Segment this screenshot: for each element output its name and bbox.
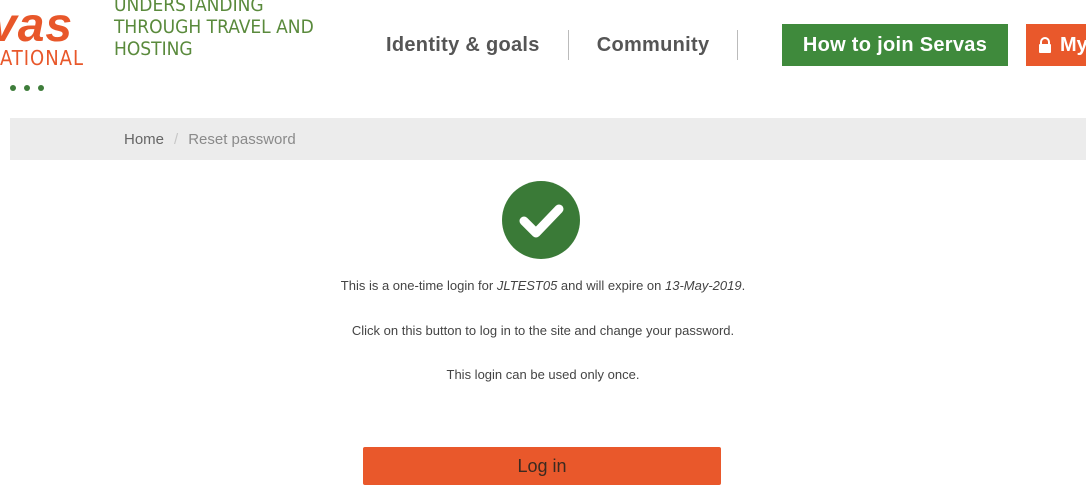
logo-word: vas	[0, 0, 74, 52]
how-to-join-button[interactable]: How to join Servas	[782, 24, 1008, 66]
nav-community[interactable]: Community	[597, 34, 710, 57]
instruction-text: Click on this button to log in to the si…	[351, 323, 735, 338]
success-check-icon	[502, 181, 580, 259]
info-middle: and will expire on	[557, 278, 665, 293]
once-only-text: This login can be used only once.	[446, 367, 640, 382]
my-account-label: My	[1060, 33, 1086, 56]
breadcrumb-home-link[interactable]: Home	[124, 131, 164, 148]
nav-divider	[737, 30, 739, 60]
breadcrumb-separator: /	[174, 130, 179, 148]
breadcrumb-current: Reset password	[188, 130, 296, 148]
site-header: vas ATIONAL UNDERSTANDING THROUGH TRAVEL…	[0, 0, 1086, 118]
nav-divider	[567, 30, 569, 60]
logo-subword: ATIONAL	[0, 46, 84, 70]
page: vas ATIONAL UNDERSTANDING THROUGH TRAVEL…	[0, 0, 1086, 496]
servas-logo[interactable]: vas ATIONAL UNDERSTANDING THROUGH TRAVEL…	[0, 0, 360, 100]
my-account-button[interactable]: My	[1026, 24, 1086, 66]
logo-tagline: UNDERSTANDING THROUGH TRAVEL AND HOSTING	[114, 0, 324, 60]
info-suffix: .	[741, 278, 746, 293]
expiry-date: 13-May-2019	[664, 278, 742, 293]
nav-identity-goals[interactable]: Identity & goals	[386, 34, 540, 57]
tagline-line-2: THROUGH TRAVEL AND	[114, 16, 314, 38]
breadcrumb: Home / Reset password	[10, 118, 1086, 160]
lock-icon	[1039, 37, 1051, 53]
log-in-button[interactable]: Log in	[363, 447, 721, 485]
username: JLTEST05	[496, 278, 558, 293]
tagline-line-3: HOSTING	[114, 38, 193, 60]
logo-dots-icon	[10, 78, 52, 96]
info-prefix: This is a one-time login for	[340, 278, 497, 293]
main-nav: Identity & goals Community	[386, 24, 766, 66]
login-info-text: This is a one-time login for JLTEST05 an…	[0, 278, 1086, 293]
tagline-line-1: UNDERSTANDING	[114, 0, 264, 16]
